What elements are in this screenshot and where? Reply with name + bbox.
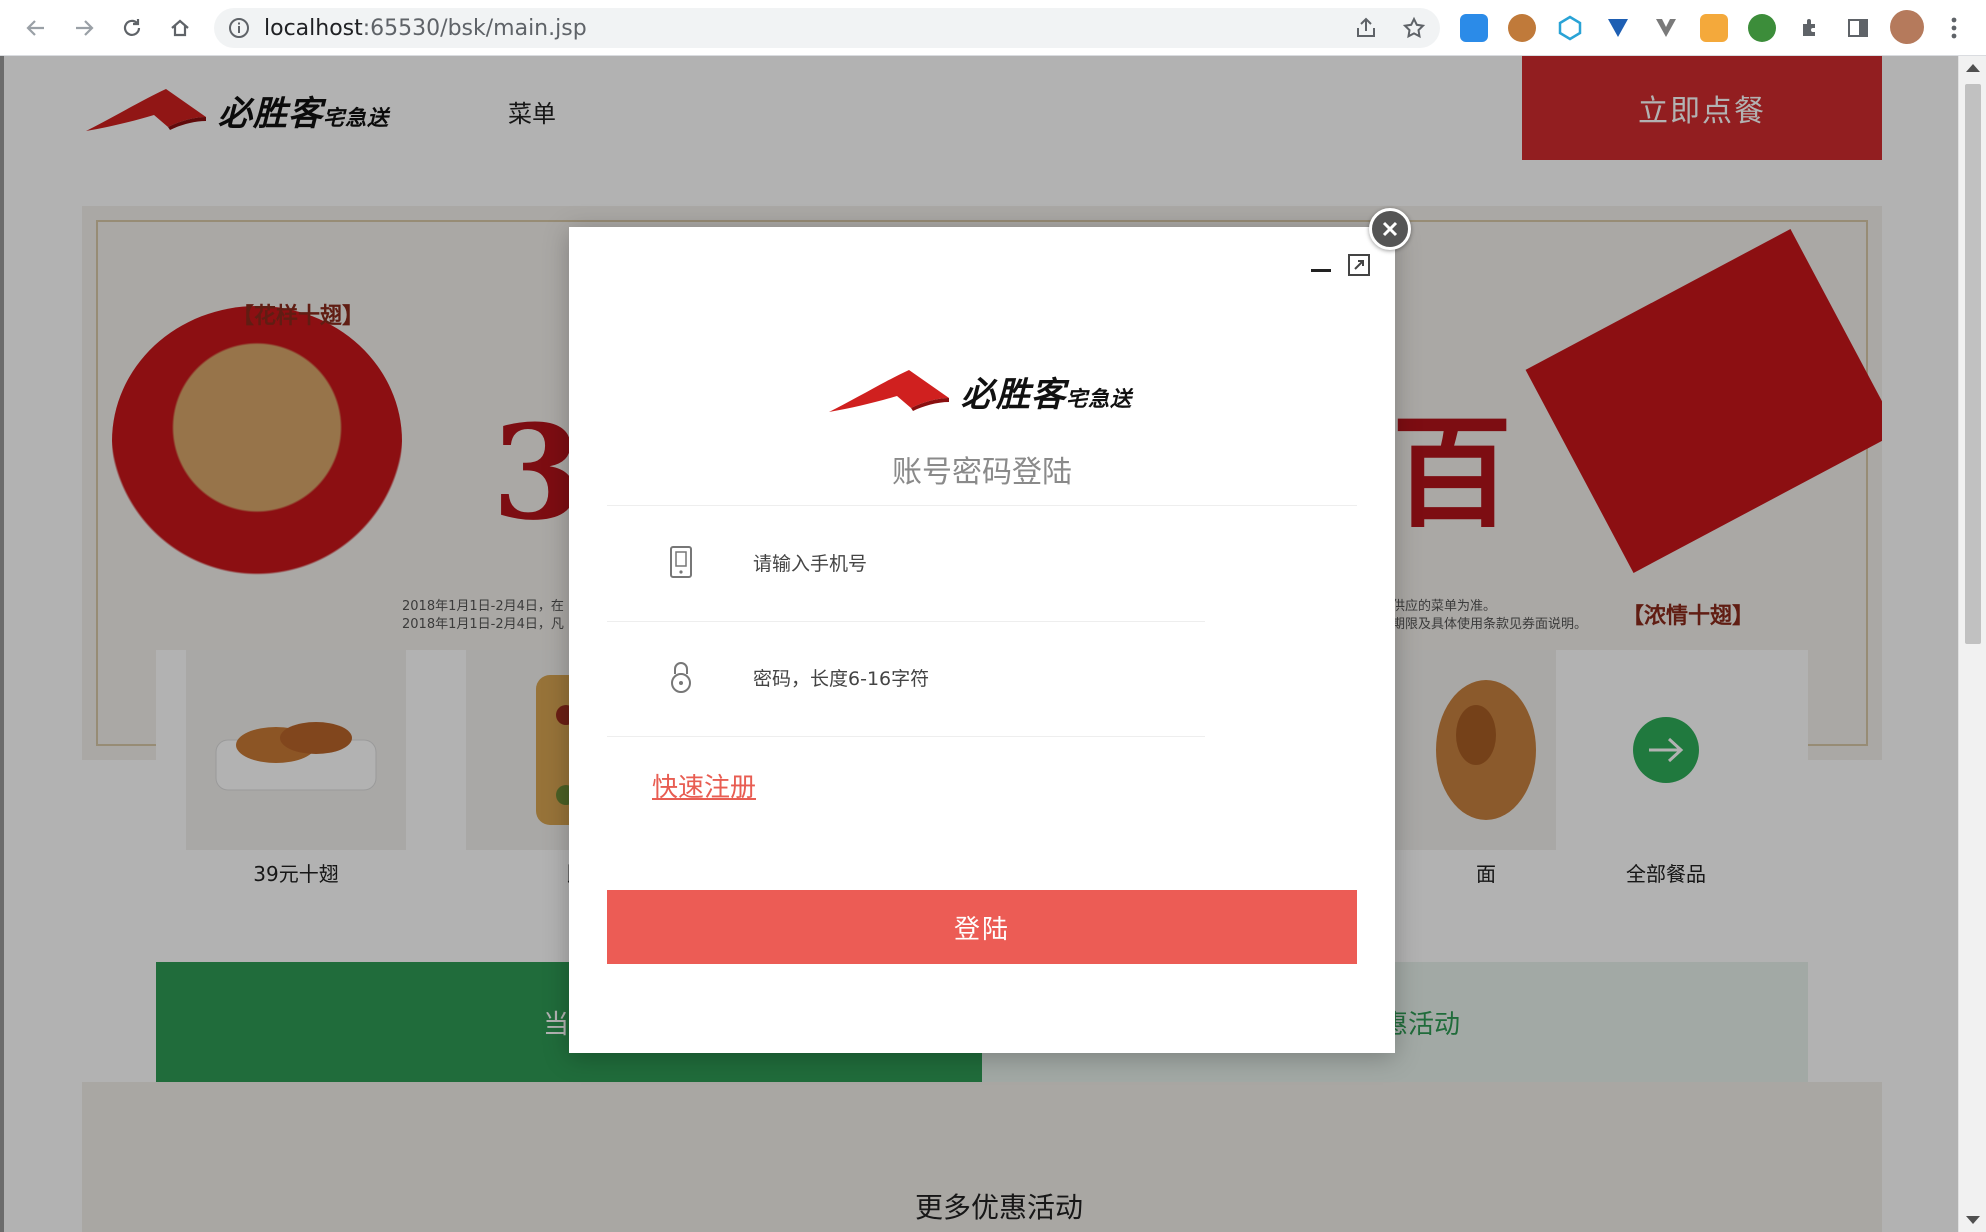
close-icon[interactable]: [1369, 208, 1411, 250]
share-icon[interactable]: [1354, 16, 1378, 44]
password-input[interactable]: [751, 658, 1175, 700]
login-dialog: 必胜客宅急送 账号密码登陆 快速注册 登陆: [569, 227, 1395, 1053]
phone-icon: [669, 545, 693, 579]
back-icon[interactable]: [18, 10, 54, 46]
scroll-up-icon[interactable]: [1966, 64, 1980, 72]
login-button[interactable]: 登陆: [607, 890, 1357, 964]
extension-icon-4[interactable]: [1604, 14, 1632, 42]
brand-name: 必胜客: [961, 375, 1066, 415]
extension-icon-6[interactable]: [1700, 14, 1728, 42]
phone-input[interactable]: [751, 543, 1175, 585]
extensions-puzzle-icon[interactable]: [1796, 14, 1824, 42]
page-scrollbar[interactable]: [1958, 56, 1986, 1232]
brand-sub: 宅急送: [1066, 386, 1133, 411]
url-host: localhost: [264, 16, 363, 41]
extension-icon-3[interactable]: [1556, 14, 1584, 42]
minimize-icon[interactable]: [1309, 261, 1333, 279]
extension-icon-7[interactable]: [1748, 14, 1776, 42]
url-path: :65530/bsk/main.jsp: [362, 16, 587, 41]
bookmark-star-icon[interactable]: [1402, 16, 1426, 44]
dialog-title: 账号密码登陆: [892, 455, 1072, 490]
home-icon[interactable]: [162, 10, 198, 46]
url-text: localhost:65530/bsk/main.jsp: [264, 16, 587, 41]
password-field: [607, 622, 1205, 737]
browser-menu-icon[interactable]: [1940, 14, 1968, 42]
site-info-icon[interactable]: [228, 17, 250, 43]
dialog-logo: 必胜客宅急送: [827, 367, 1132, 416]
quick-register-link[interactable]: 快速注册: [652, 767, 756, 804]
lock-icon: [669, 660, 693, 694]
extension-icon-2[interactable]: [1508, 14, 1536, 42]
address-bar[interactable]: localhost:65530/bsk/main.jsp: [214, 8, 1440, 48]
reload-icon[interactable]: [114, 10, 150, 46]
profile-avatar[interactable]: [1890, 10, 1924, 44]
scrollbar-thumb[interactable]: [1965, 84, 1981, 644]
divider: [607, 505, 1357, 506]
maximize-icon[interactable]: [1347, 253, 1371, 277]
window-edge: [0, 56, 4, 1232]
extension-icon-1[interactable]: [1460, 14, 1488, 42]
browser-toolbar: localhost:65530/bsk/main.jsp: [0, 0, 1986, 56]
extension-icon-5[interactable]: [1652, 14, 1680, 42]
scroll-down-icon[interactable]: [1966, 1216, 1980, 1224]
pizza-hut-roof-icon: [829, 369, 949, 412]
side-panel-icon[interactable]: [1844, 14, 1872, 42]
forward-icon[interactable]: [66, 10, 102, 46]
phone-field: [607, 507, 1205, 622]
